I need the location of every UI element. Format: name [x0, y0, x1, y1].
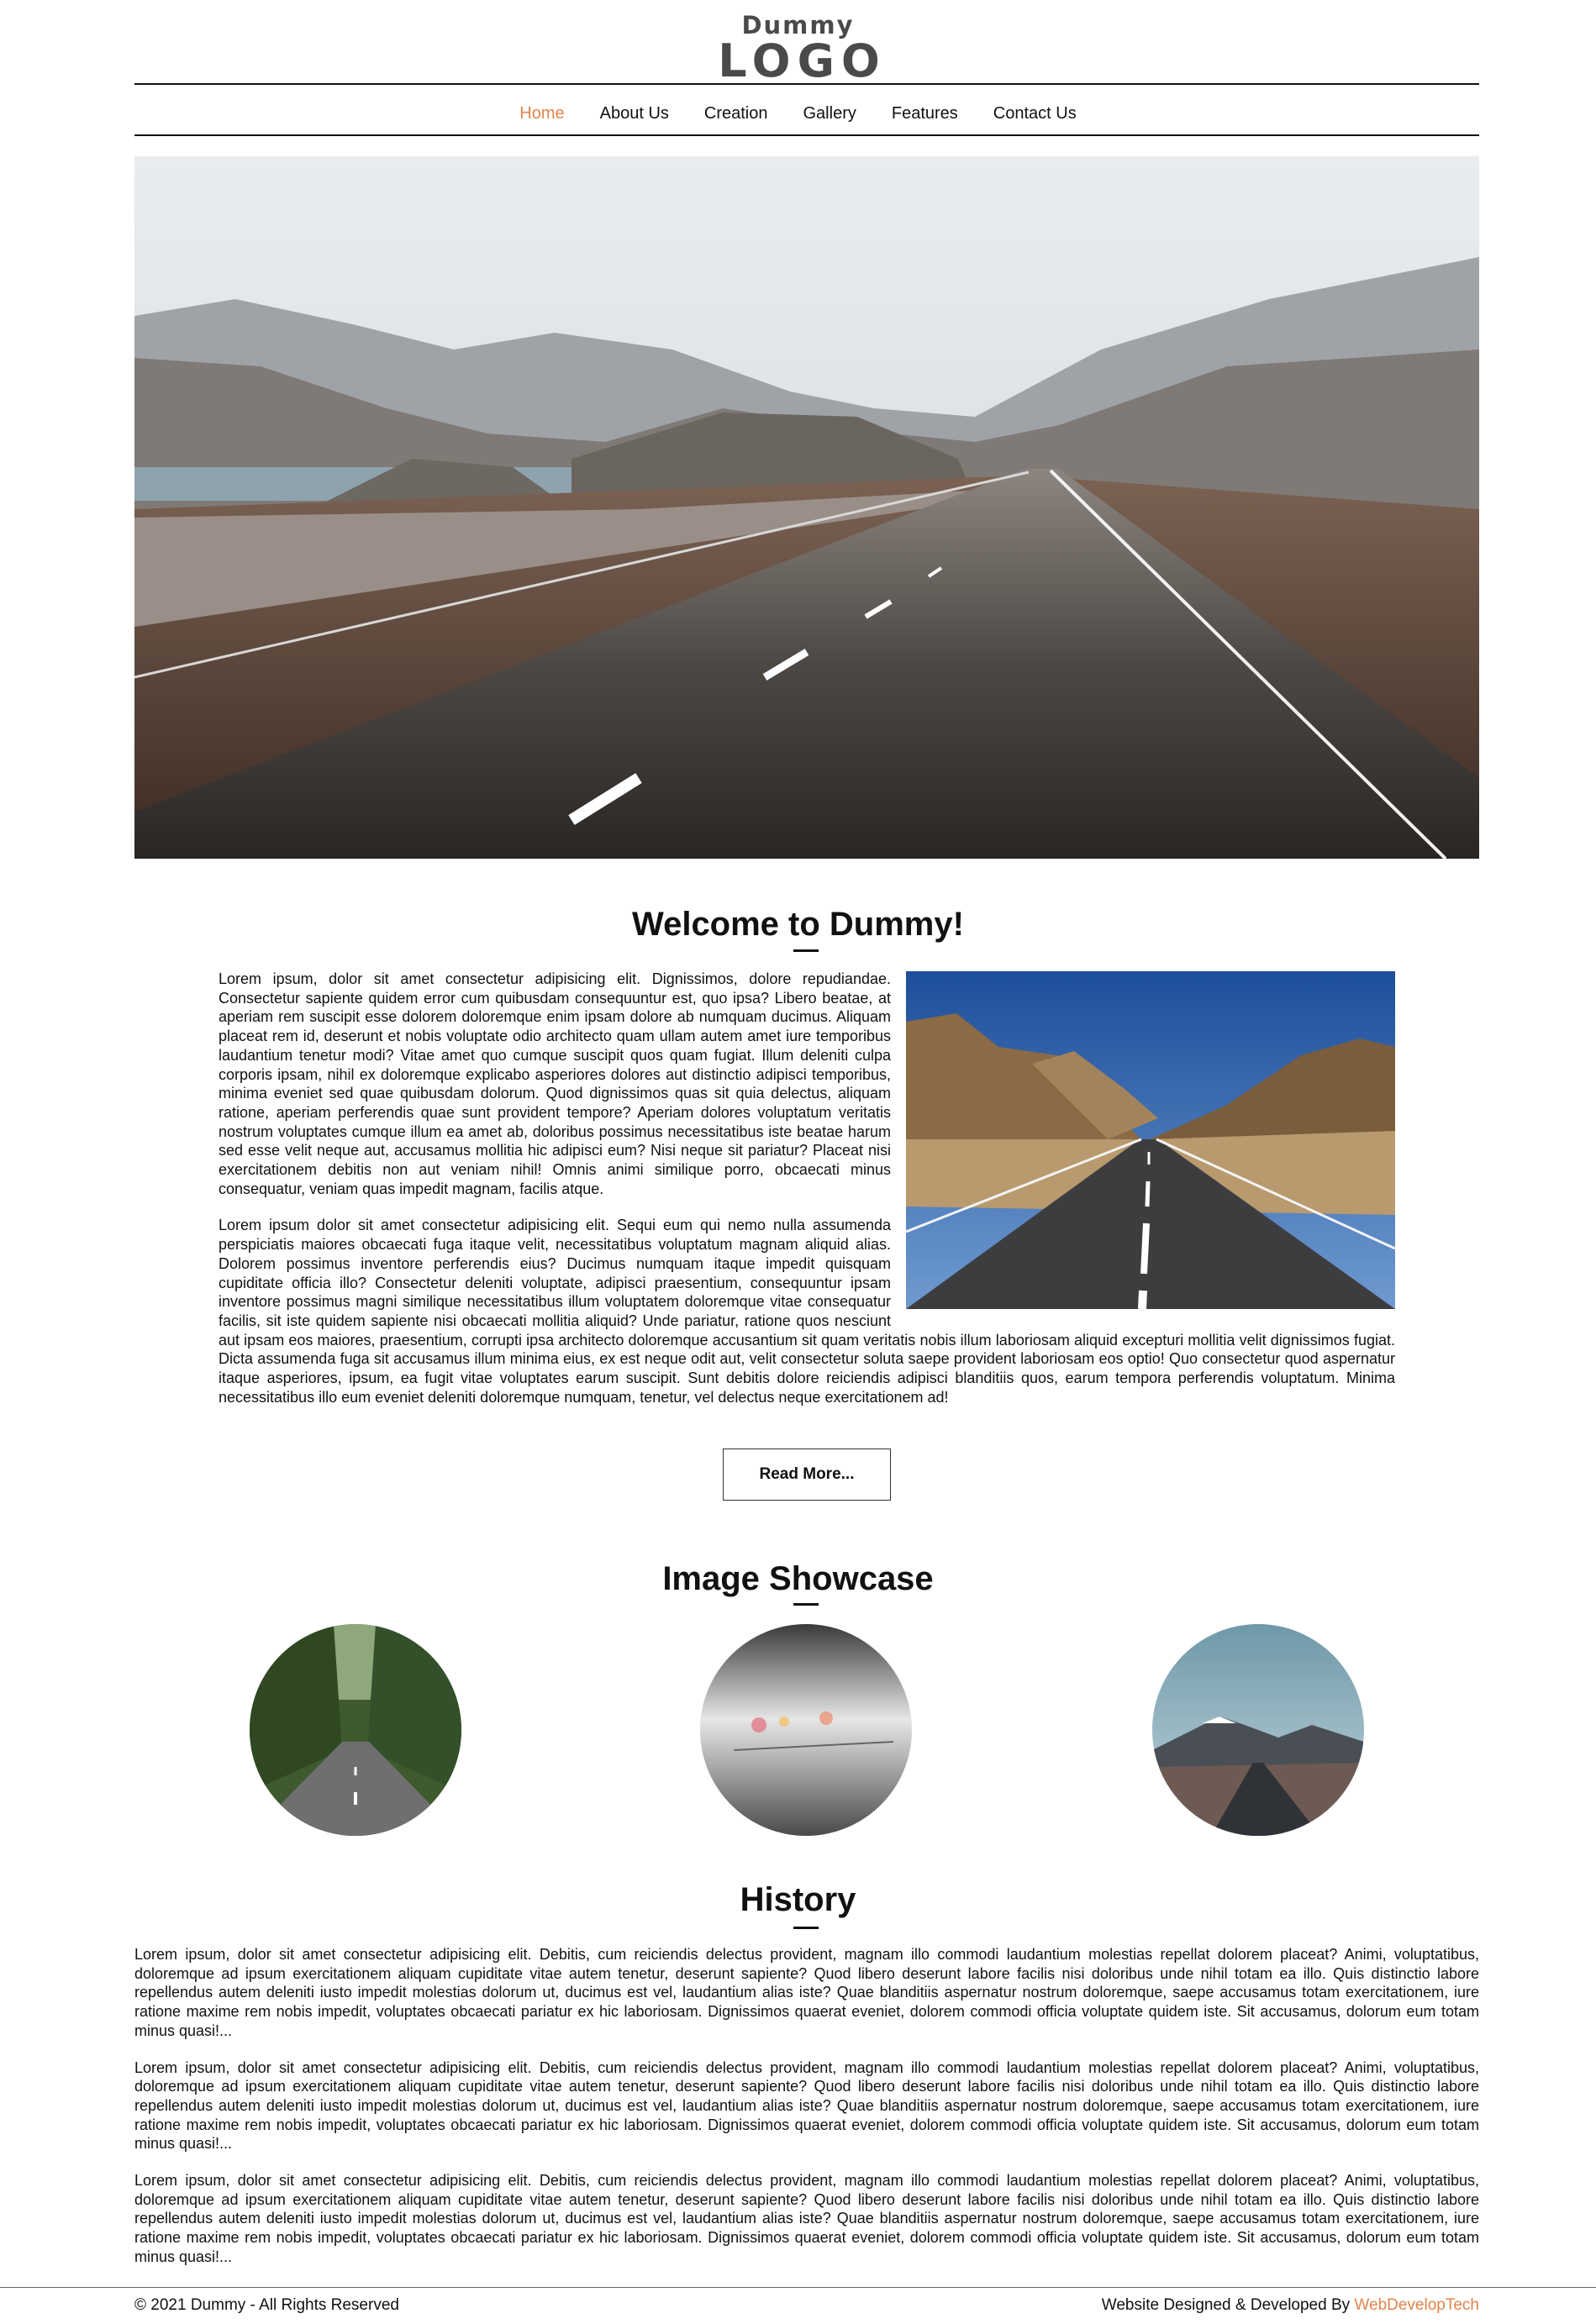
welcome-heading: Welcome to Dummy! [632, 906, 964, 943]
history-paragraph-2: Lorem ipsum, dolor sit amet consectetur … [134, 2058, 1479, 2153]
logo-main-text: LOGO [718, 34, 887, 87]
history-heading: History [740, 1881, 856, 1918]
welcome-underline [793, 949, 819, 952]
nav-item-contact-us[interactable]: Contact Us [976, 99, 1094, 128]
header-rule-bottom [134, 134, 1479, 136]
showcase-image-foggy-field[interactable] [700, 1624, 912, 1836]
showcase-heading: Image Showcase [662, 1560, 934, 1597]
nav-item-about-us[interactable]: About Us [582, 99, 687, 128]
nav-item-creation[interactable]: Creation [687, 99, 786, 128]
header-rule-top [134, 83, 1479, 85]
history-paragraph-1: Lorem ipsum, dolor sit amet consectetur … [134, 1946, 1479, 2039]
site-logo[interactable]: Dummy LOGO [0, 12, 1596, 84]
footer-rule [0, 2287, 1596, 2288]
showcase-image-mountain-road[interactable] [1152, 1624, 1364, 1836]
nav-item-gallery[interactable]: Gallery [786, 99, 874, 128]
showcase-image-forest-road[interactable] [250, 1624, 461, 1836]
read-more-button[interactable]: Read More... [723, 1449, 891, 1501]
footer-credit: Website Designed & Developed By WebDevel… [1102, 2295, 1479, 2316]
history-underline [793, 1927, 819, 1929]
showcase-underline [793, 1603, 819, 1606]
nav-item-features[interactable]: Features [874, 99, 976, 128]
welcome-road-image [906, 971, 1395, 1309]
footer-credit-text: Website Designed & Developed By [1101, 2296, 1351, 2314]
history-paragraph-3: Lorem ipsum, dolor sit amet consectetur … [134, 2172, 1479, 2265]
welcome-content: Lorem ipsum, dolor sit amet consectetur … [219, 970, 1395, 1424]
footer-credit-link[interactable]: WebDevelopTech [1354, 2296, 1479, 2314]
footer-copyright: © 2021 Dummy - All Rights Reserved [134, 2296, 399, 2314]
main-nav: Home About Us Creation Gallery Features … [0, 99, 1596, 128]
nav-item-home[interactable]: Home [502, 99, 582, 128]
hero-image [134, 156, 1479, 859]
history-content: Lorem ipsum, dolor sit amet consectetur … [134, 1945, 1479, 2285]
